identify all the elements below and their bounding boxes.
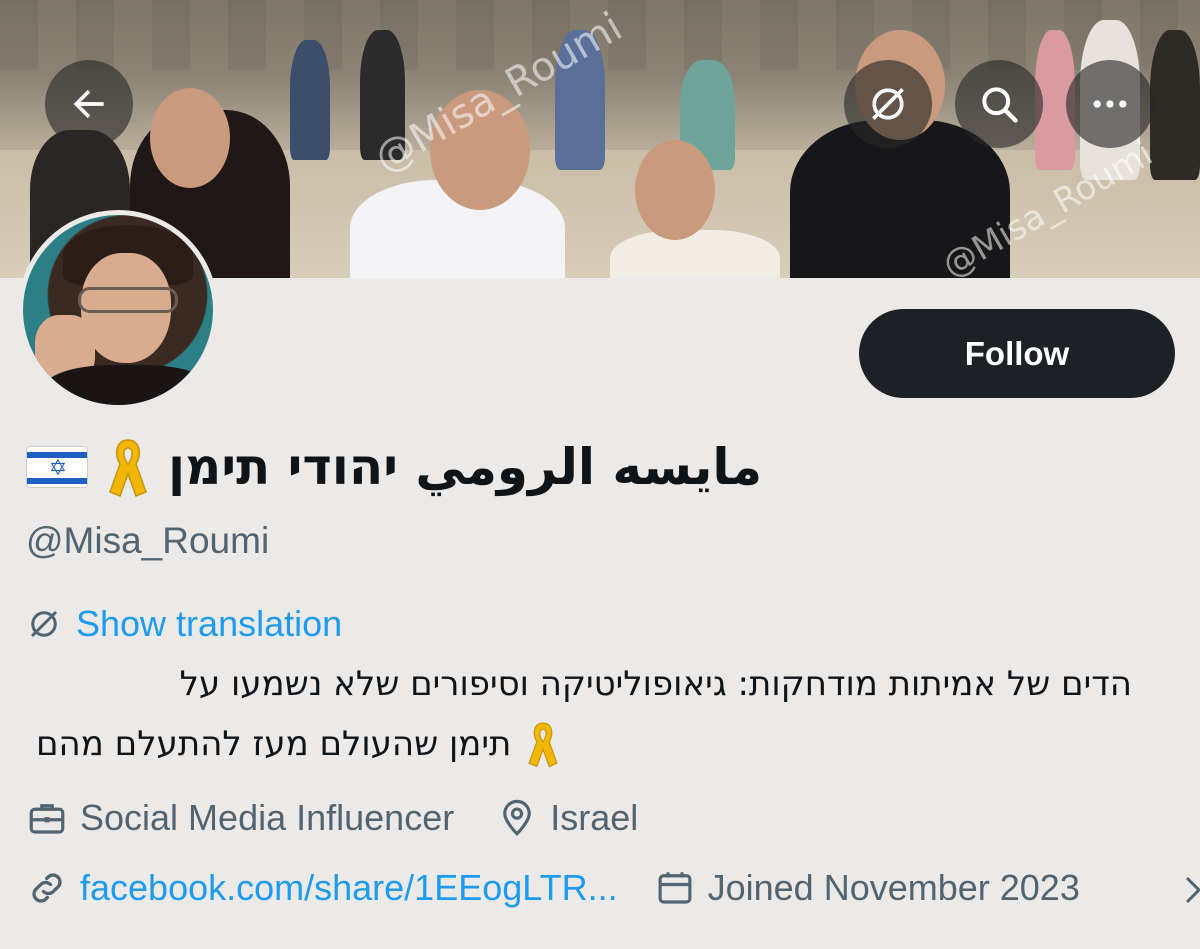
profession-text: Social Media Influencer xyxy=(80,797,455,838)
back-button[interactable] xyxy=(45,60,133,148)
avatar-shirt xyxy=(43,365,213,405)
flag-stripe xyxy=(27,478,87,484)
israel-flag-icon: ✡ xyxy=(26,446,88,488)
yellow-ribbon-icon xyxy=(528,722,559,768)
user-handle: @Misa_Roumi xyxy=(26,520,270,561)
follow-button[interactable]: Follow xyxy=(859,309,1175,398)
show-translation-row[interactable]: Show translation xyxy=(26,603,342,645)
joined-date: Joined November 2023 xyxy=(707,867,1080,908)
search-icon xyxy=(982,87,1018,123)
banner-figure xyxy=(290,40,330,160)
profile-meta-row: Social Media Influencer Israel xyxy=(26,797,680,839)
link-icon xyxy=(32,873,62,903)
avatar-glasses xyxy=(78,287,178,313)
banner-girl xyxy=(610,230,780,278)
bio-line: תימן שהעולם מעז להתעלם מהם xyxy=(36,720,561,768)
website-item[interactable]: facebook.com/share/1EEogLTR... xyxy=(26,867,618,909)
location-text: Israel xyxy=(550,797,639,838)
banner-figure xyxy=(555,30,605,170)
display-name-row: ✡ مايسه الرومي יהודי תימן xyxy=(26,432,762,502)
location-pin-icon xyxy=(503,799,532,836)
profession-item: Social Media Influencer xyxy=(26,797,454,839)
translate-globe-icon xyxy=(872,88,904,120)
banner-woman-head xyxy=(150,88,230,188)
profile-meta-row: facebook.com/share/1EEogLTR... Joined No… xyxy=(26,867,1122,909)
translate-globe-icon xyxy=(30,610,58,638)
calendar-icon xyxy=(658,872,692,904)
chevron-right-icon xyxy=(1185,876,1200,904)
website-link[interactable]: facebook.com/share/1EEogLTR... xyxy=(80,867,618,909)
yellow-ribbon-icon xyxy=(109,439,147,497)
bio-text: תימן שהעולם מעז להתעלם מהם xyxy=(36,724,512,764)
banner-figure xyxy=(360,30,405,160)
more-button[interactable] xyxy=(1066,60,1154,148)
banner-figure xyxy=(1150,30,1200,180)
briefcase-icon xyxy=(29,804,65,834)
arrow-left-icon xyxy=(73,89,104,119)
banner-girl-head xyxy=(635,140,715,240)
joined-item: Joined November 2023 xyxy=(654,867,1080,909)
location-item: Israel xyxy=(496,797,638,839)
avatar[interactable] xyxy=(18,210,218,410)
bio-text: הדים של אמיתות מודחקות: גיאופוליטיקה וסי… xyxy=(179,664,1132,704)
search-button[interactable] xyxy=(955,60,1043,148)
star-of-david-icon: ✡ xyxy=(48,455,68,480)
show-translation-link[interactable]: Show translation xyxy=(76,603,342,645)
more-horizontal-icon xyxy=(1093,100,1127,108)
display-name: مايسه الرومي יהודי תימן xyxy=(168,438,763,496)
bio-line: הדים של אמיתות מודחקות: גיאופוליטיקה וסי… xyxy=(180,664,1132,704)
banner-boy-head xyxy=(430,90,530,210)
translate-button[interactable] xyxy=(844,60,932,148)
